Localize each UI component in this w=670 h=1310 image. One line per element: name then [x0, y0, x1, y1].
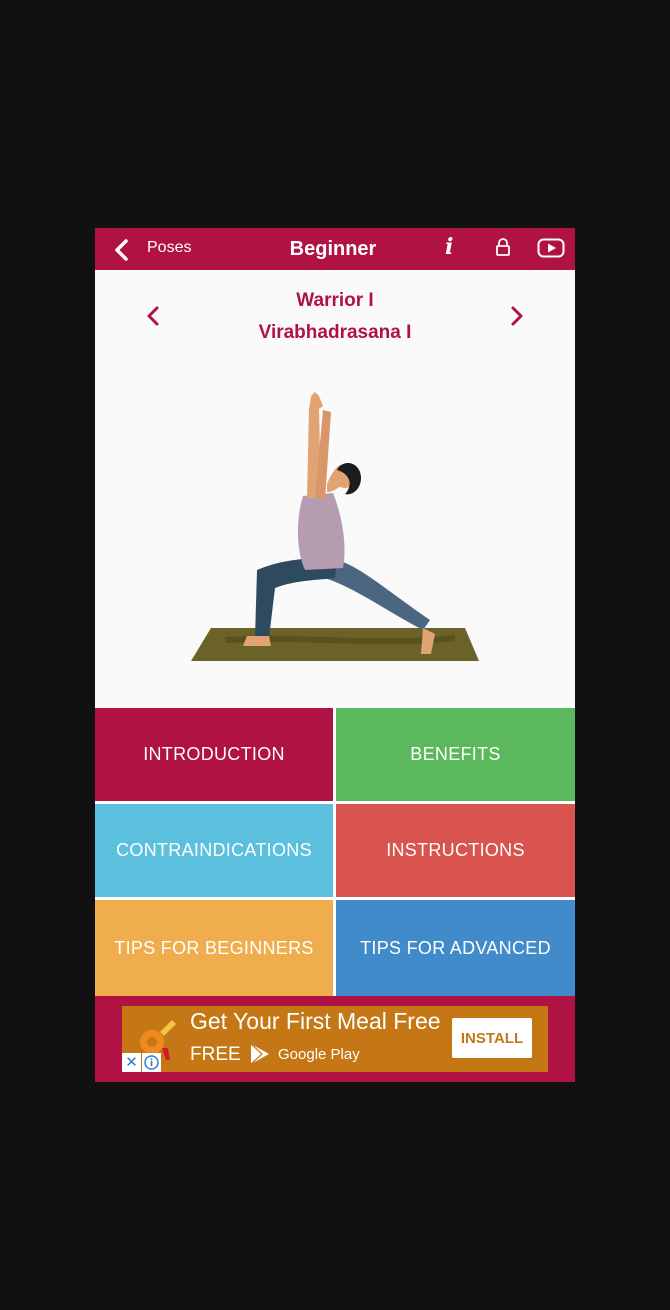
back-label: Poses — [147, 239, 192, 256]
previous-pose-button[interactable] — [143, 302, 163, 330]
pose-illustration — [191, 392, 479, 661]
ad-price: FREE — [190, 1044, 241, 1065]
video-play-icon[interactable] — [537, 237, 565, 259]
close-icon[interactable]: ✕ — [122, 1053, 141, 1072]
lock-icon[interactable] — [495, 237, 511, 257]
tips-for-beginners-tile[interactable]: TIPS FOR BEGINNERS — [95, 900, 333, 996]
top-bar: Poses Beginner i — [95, 228, 575, 270]
ad-store-name: Google Play — [278, 1046, 360, 1063]
instructions-tile[interactable]: INSTRUCTIONS — [336, 804, 575, 897]
introduction-tile[interactable]: INTRODUCTION — [95, 708, 333, 801]
chevron-left-icon — [115, 239, 128, 261]
install-button[interactable]: INSTALL — [452, 1018, 532, 1058]
info-icon[interactable]: i — [445, 234, 453, 260]
tips-for-advanced-tile[interactable]: TIPS FOR ADVANCED — [336, 900, 575, 996]
google-play-icon — [250, 1043, 269, 1065]
benefits-tile[interactable]: BENEFITS — [336, 708, 575, 801]
ad-headline: Get Your First Meal Free — [190, 1008, 441, 1034]
pose-sanskrit-name: Virabhadrasana I — [258, 322, 412, 343]
page-title: Beginner — [289, 238, 377, 260]
banner-ad[interactable]: Get Your First Meal Free FREE Google Pla… — [122, 1006, 548, 1072]
ad-area: Get Your First Meal Free FREE Google Pla… — [95, 996, 575, 1082]
next-pose-button[interactable] — [507, 302, 527, 330]
contraindications-tile[interactable]: CONTRAINDICATIONS — [95, 804, 333, 897]
pose-name: Warrior I — [296, 290, 374, 311]
pose-info-grid: INTRODUCTION BENEFITS CONTRAINDICATIONS … — [95, 708, 575, 996]
adchoices-icon[interactable] — [142, 1053, 161, 1072]
app-screen: Poses Beginner i Warrior I Virabhadrasan… — [95, 228, 575, 1082]
back-button[interactable]: Poses — [113, 236, 213, 262]
